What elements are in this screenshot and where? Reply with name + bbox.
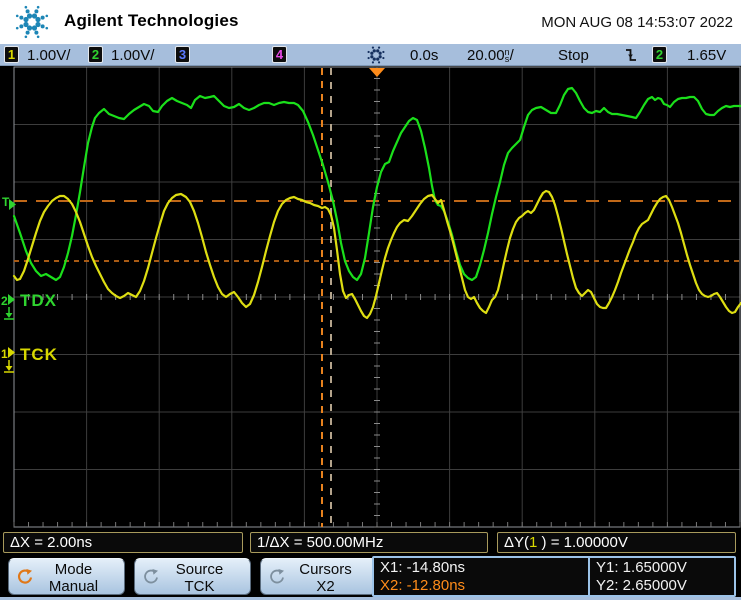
trace-label-tdx: TDX [20, 291, 57, 310]
scope-display: T 2 1 TDX TCK [0, 66, 741, 528]
status-bar: 1 1.00V/ 2 1.00V/ 3 4 0.0s 20.00ns/ Stop… [0, 44, 741, 66]
channel-4-badge: 4 [272, 46, 287, 63]
knob-icon [142, 568, 160, 590]
source-value: TCK [149, 578, 250, 595]
header: Agilent Technologies MON AUG 08 14:53:07… [0, 0, 741, 44]
inv-delta-x-readout: 1/ΔX = 500.00MHz [250, 532, 488, 553]
ch2-ground-marker-label: 2 [1, 294, 8, 308]
mode-label: Mode [23, 561, 124, 578]
timebase-value: 20.00 [467, 47, 505, 64]
trigger-position-marker [369, 68, 385, 77]
y1-value: Y1: 1.65000V [596, 559, 687, 577]
delta-y-readout: ΔY(1 ) = 1.00000V [497, 532, 736, 553]
trigger-level-marker-label: T [2, 195, 10, 209]
cursors-value: X2 [275, 578, 376, 595]
channel-2-badge: 2 [88, 46, 103, 63]
trigger-edge-icon [624, 46, 638, 64]
mode-value: Manual [23, 578, 124, 595]
agilent-logo-icon [8, 1, 56, 43]
horizontal-delay: 0.0s [410, 47, 438, 64]
x-cursor-readout: X1: -14.80ns X2: -12.80ns [374, 558, 590, 595]
channel-1-scale: 1.00V/ [27, 47, 70, 64]
cursors-label: Cursors [275, 561, 376, 578]
x1-value: X1: -14.80ns [380, 559, 588, 577]
channel-1-badge: 1 [4, 46, 19, 63]
acquisition-status: Stop [558, 47, 589, 64]
ch2-ground-icon [6, 313, 13, 318]
channel-3-badge: 3 [175, 46, 190, 63]
timebase: 20.00ns/ [467, 47, 514, 64]
ch1-ground-marker-label: 1 [1, 347, 8, 361]
cursor-readout-box: X1: -14.80ns X2: -12.80ns Y1: 1.65000V Y… [372, 556, 736, 597]
y2-value: Y2: 2.65000V [596, 577, 687, 595]
delta-x-readout: ΔX = 2.00ns [3, 532, 243, 553]
mode-button[interactable]: Mode Manual [8, 558, 125, 595]
scope-graticule: T 2 1 TDX TCK [0, 66, 741, 528]
channel-2-scale: 1.00V/ [111, 47, 154, 64]
source-button[interactable]: Source TCK [134, 558, 251, 595]
measurement-row: ΔX = 2.00ns 1/ΔX = 500.00MHz ΔY(1 ) = 1.… [0, 528, 741, 556]
ch1-ground-icon [6, 366, 13, 371]
trigger-level: 1.65V [687, 47, 726, 64]
softkey-menu: Mode Manual Source TCK Cursors X2 X1: -1… [0, 556, 741, 597]
source-label: Source [149, 561, 250, 578]
knob-icon [16, 568, 34, 590]
datetime: MON AUG 08 14:53:07 2022 [541, 14, 733, 31]
brand-title: Agilent Technologies [64, 11, 239, 31]
oscilloscope-screen: Agilent Technologies MON AUG 08 14:53:07… [0, 0, 741, 600]
cursors-button[interactable]: Cursors X2 [260, 558, 377, 595]
spark-icon [366, 45, 387, 66]
x2-value: X2: -12.80ns [380, 577, 588, 595]
trigger-channel-badge: 2 [652, 46, 667, 63]
knob-icon [268, 568, 286, 590]
y-cursor-readout: Y1: 1.65000V Y2: 2.65000V [590, 558, 687, 595]
trace-label-tck: TCK [20, 345, 58, 364]
